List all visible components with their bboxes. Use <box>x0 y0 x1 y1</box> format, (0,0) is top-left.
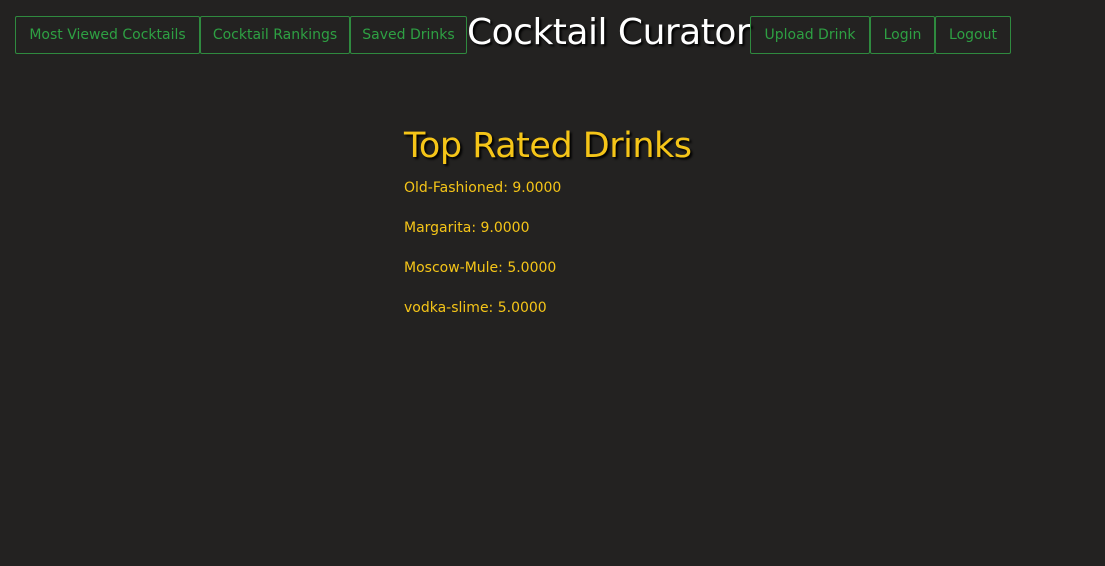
drink-list: Old-Fashioned: 9.0000 Margarita: 9.0000 … <box>404 178 904 318</box>
cocktail-rankings-button[interactable]: Cocktail Rankings <box>200 16 350 54</box>
drink-item: Margarita: 9.0000 <box>404 220 530 236</box>
page-title: Top Rated Drinks <box>404 126 692 166</box>
drink-item: Old-Fashioned: 9.0000 <box>404 180 562 196</box>
drink-item: Moscow-Mule: 5.0000 <box>404 260 557 276</box>
top-nav: Most Viewed Cocktails Cocktail Rankings … <box>15 12 1011 54</box>
most-viewed-cocktails-button[interactable]: Most Viewed Cocktails <box>15 16 200 54</box>
top-rated-section: Top Rated Drinks Old-Fashioned: 9.0000 M… <box>404 124 904 318</box>
logout-button[interactable]: Logout <box>935 16 1011 54</box>
saved-drinks-button[interactable]: Saved Drinks <box>350 16 467 54</box>
login-button[interactable]: Login <box>870 16 935 54</box>
brand-title: Cocktail Curator <box>467 12 751 53</box>
upload-drink-button[interactable]: Upload Drink <box>750 16 870 54</box>
drink-item: vodka-slime: 5.0000 <box>404 300 547 316</box>
